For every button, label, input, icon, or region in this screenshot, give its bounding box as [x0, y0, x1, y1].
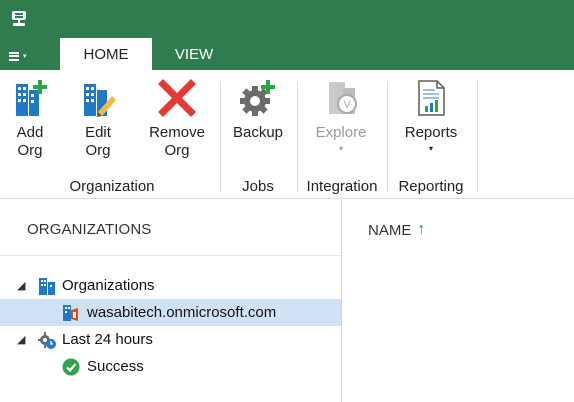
tree-item-label: wasabitech.onmicrosoft.com [87, 304, 277, 321]
remove-org-button[interactable]: Remove Org [146, 78, 208, 160]
group-label-jobs: Jobs [242, 178, 274, 195]
pane-divider [0, 255, 341, 256]
title-bar: ▾ HOME VIEW [0, 0, 574, 70]
explore-label: Explore [315, 124, 367, 141]
sort-ascending-icon: ↑ [417, 221, 426, 238]
add-org-button[interactable]: Add Org [10, 78, 50, 160]
edit-org-label-1: Edit [85, 124, 111, 141]
column-header-name[interactable]: NAME ↑ [368, 221, 425, 239]
svg-text:V: V [343, 99, 351, 111]
reports-dropdown-icon: ▾ [428, 144, 433, 153]
ribbon-tab-bar: ▾ HOME VIEW [0, 38, 574, 70]
backup-label: Backup [232, 124, 284, 141]
remove-org-icon [158, 79, 196, 117]
edit-org-icon [84, 84, 116, 117]
tree-item-label: Success [87, 358, 144, 375]
reports-button[interactable]: Reports ▾ [398, 78, 464, 154]
chevron-down-icon: ▾ [23, 53, 27, 60]
backup-icon [240, 80, 275, 116]
pane-title: ORGANIZATIONS [27, 221, 152, 238]
backup-button[interactable]: Backup [230, 78, 286, 142]
explore-button[interactable]: V Explore ▾ [306, 78, 376, 154]
tab-home[interactable]: HOME [60, 38, 152, 70]
edit-org-button[interactable]: Edit Org [78, 78, 118, 160]
hamburger-icon [9, 51, 19, 61]
last-24-hours-icon [38, 332, 56, 349]
add-org-label-2: Org [17, 142, 43, 159]
tree-item-label: Last 24 hours [62, 331, 153, 348]
tab-view[interactable]: VIEW [156, 38, 232, 70]
remove-org-label-2: Org [164, 142, 190, 159]
main-menu-button[interactable]: ▾ [9, 46, 27, 66]
office365-org-icon [63, 305, 78, 321]
add-org-label-1: Add [16, 124, 44, 141]
tree-item-label: Organizations [62, 277, 155, 294]
group-label-organization: Organization [69, 178, 155, 195]
organizations-icon [39, 278, 55, 295]
reports-label: Reports [404, 124, 458, 141]
ribbon: Add Org Edit Org Remove Org Organization [0, 70, 574, 199]
ribbon-separator [220, 82, 221, 192]
explore-icon: V [329, 82, 357, 114]
organizations-pane: ORGANIZATIONS ◢ Organizations wasabitech… [0, 199, 342, 402]
add-org-icon [16, 80, 47, 116]
edit-org-label-2: Org [85, 142, 111, 159]
tree-item-organizations[interactable]: ◢ Organizations [0, 272, 341, 299]
ribbon-separator [477, 82, 478, 192]
success-icon [62, 358, 80, 376]
collapse-toggle-icon[interactable]: ◢ [17, 333, 25, 346]
tree-item-last-24-hours[interactable]: ◢ Last 24 hours [0, 326, 341, 353]
explore-dropdown-icon: ▾ [338, 144, 343, 153]
remove-org-label-1: Remove [149, 124, 205, 141]
ribbon-separator [297, 82, 298, 192]
tree-item-wasabitech[interactable]: wasabitech.onmicrosoft.com [0, 299, 341, 326]
ribbon-separator [387, 82, 388, 192]
content-pane: NAME ↑ [342, 199, 574, 402]
collapse-toggle-icon[interactable]: ◢ [17, 279, 25, 292]
veeam-server-icon[interactable] [9, 9, 29, 29]
group-label-integration: Integration [306, 178, 378, 195]
tree-item-success[interactable]: Success [0, 353, 341, 380]
group-label-reporting: Reporting [398, 178, 464, 195]
column-header-label: NAME [368, 221, 412, 239]
reports-icon [418, 80, 445, 116]
